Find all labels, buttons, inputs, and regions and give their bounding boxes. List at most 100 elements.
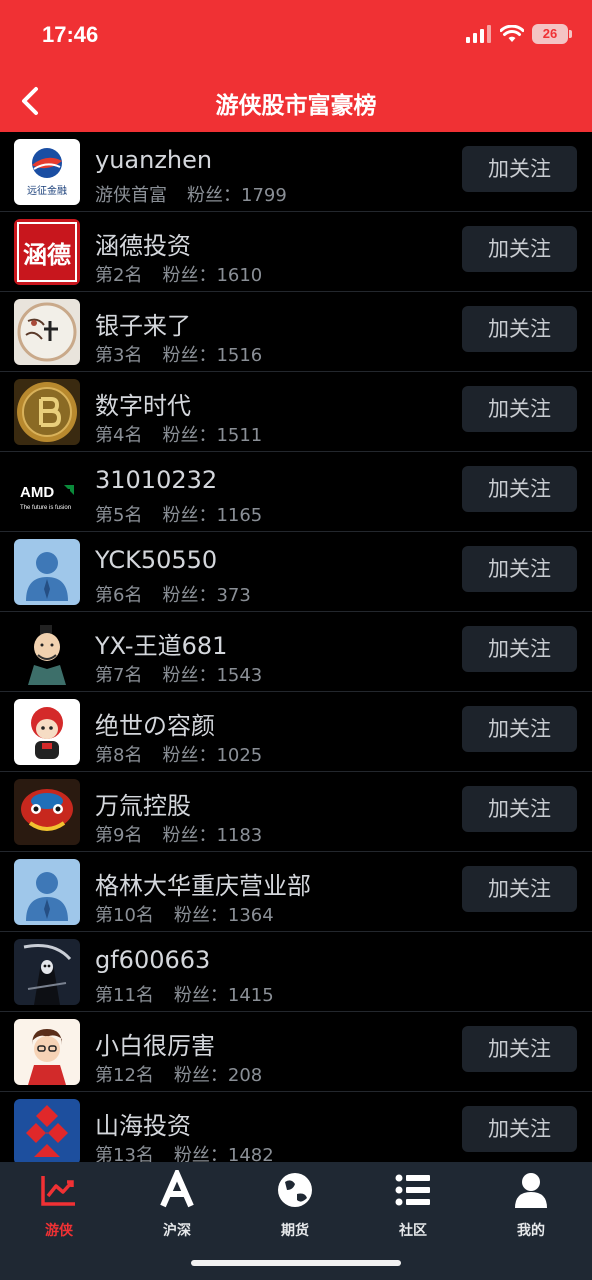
follow-button[interactable]: 加关注 [462,866,577,912]
rank-label: 第4名 [95,425,143,446]
list-item[interactable]: YCK50550 第6名 粉丝：373 加关注 [0,532,592,612]
status-time: 17:46 [42,22,99,47]
follow-button[interactable]: 加关注 [462,386,577,432]
user-meta: 第7名 粉丝：1543 [95,661,262,687]
list-item[interactable]: 涵德 涵德投资 第2名 粉丝：1610 加关注 [0,212,592,292]
follow-button[interactable]: 加关注 [462,146,577,192]
follow-button[interactable]: 加关注 [462,306,577,352]
tab-label: 沪深 [163,1223,191,1239]
amd-logo-text: AMD [20,484,54,501]
rank-label: 第12名 [95,1065,154,1086]
avatar: 涵德 [14,219,80,285]
list-item[interactable]: AMD The future is fusion 31010232 第5名 粉丝：… [0,452,592,532]
tab-qihuo[interactable]: 期货 [236,1170,354,1240]
user-name: 万氚控股 [95,792,191,820]
list-item[interactable]: 万氚控股 第9名 粉丝：1183 加关注 [0,772,592,852]
fans-label: 粉丝： [162,265,217,286]
user-icon [515,1173,547,1208]
user-meta: 第13名 粉丝：1482 [95,1141,274,1162]
fans-label: 粉丝： [173,1145,228,1162]
fans-count: 1511 [216,425,263,446]
tab-label: 期货 [281,1223,309,1239]
fans-label: 粉丝： [187,185,241,206]
avatar [14,619,80,685]
tab-label: 社区 [399,1223,427,1239]
bitcoin-icon [17,382,77,442]
user-meta: 第11名 粉丝：1415 [95,981,274,1007]
follow-button[interactable]: 加关注 [462,1106,577,1152]
user-meta: 第4名 粉丝：1511 [95,421,262,447]
tab-label: 我的 [517,1223,545,1239]
follow-button[interactable]: 加关注 [462,786,577,832]
user-meta: 第9名 粉丝：1183 [95,821,262,847]
fans-count: 1482 [227,1145,274,1162]
avatar [14,779,80,845]
list-item[interactable]: 小白很厉害 第12名 粉丝：208 加关注 [0,1012,592,1092]
avatar [14,1019,80,1085]
follow-button[interactable]: 加关注 [462,546,577,592]
user-name: gf600663 [95,946,211,974]
user-name: 小白很厉害 [95,1032,215,1060]
seal-logo-icon: 涵德 [17,222,77,282]
tab-shequ[interactable]: 社区 [354,1170,472,1240]
rank-label: 第3名 [95,345,143,366]
user-name: 数字时代 [95,392,191,420]
rank-label: 第8名 [95,745,143,766]
tab-youxia[interactable]: 游侠 [0,1170,118,1240]
letter-a-icon [160,1166,194,1208]
rank-label: 第13名 [95,1145,154,1162]
list-item[interactable]: 银子来了 第3名 粉丝：1516 加关注 [0,292,592,372]
user-name: YX-王道681 [95,632,228,660]
rank-label: 第10名 [95,905,154,926]
follow-button[interactable]: 加关注 [462,1026,577,1072]
list-item[interactable]: gf600663 第11名 粉丝：1415 [0,932,592,1012]
follow-button[interactable]: 加关注 [462,626,577,672]
list-item[interactable]: 山海投资 第13名 粉丝：1482 加关注 [0,1092,592,1162]
fans-count: 1516 [216,345,263,366]
brand-logo-icon: 远征金融 [27,148,67,197]
page-title: 游侠股市富豪榜 [215,93,377,119]
fans-count: 1165 [216,505,263,526]
user-name: YCK50550 [95,546,218,574]
fans-count: 1610 [216,265,263,286]
fans-count: 208 [227,1065,263,1086]
follow-button[interactable]: 加关注 [462,466,577,512]
avatar: AMD The future is fusion [14,459,80,525]
fans-label: 粉丝： [162,585,217,606]
cartoon-boy-icon [28,1029,66,1085]
fans-label: 粉丝： [162,345,217,366]
list-item[interactable]: YX-王道681 第7名 粉丝：1543 加关注 [0,612,592,692]
user-name: 涵德投资 [95,232,191,260]
tab-hushen[interactable]: 沪深 [118,1166,236,1240]
bank-logo-icon [26,1105,68,1157]
brand-logo-text: 远征金融 [27,184,67,197]
user-name: yuanzhen [95,146,213,174]
list-item[interactable]: 格林大华重庆营业部 第10名 粉丝：1364 加关注 [0,852,592,932]
list-item[interactable]: 远征金融 yuanzhen 游侠首富 粉丝：1799 加关注 [0,132,592,212]
rank-label: 第6名 [95,585,143,606]
user-name: 山海投资 [95,1112,191,1140]
fans-label: 粉丝： [162,505,217,526]
user-meta: 第10名 粉丝：1364 [95,901,274,927]
list-item[interactable]: 绝世の容颜 第8名 粉丝：1025 加关注 [0,692,592,772]
list-item[interactable]: 数字时代 第4名 粉丝：1511 加关注 [0,372,592,452]
chart-line-icon [41,1176,75,1206]
fans-count: 1025 [216,745,263,766]
cartoon-kid-icon [31,707,63,759]
avatar [14,939,80,1005]
default-user-icon [26,872,68,921]
user-name: 31010232 [95,466,218,494]
tab-mine[interactable]: 我的 [472,1170,590,1240]
fans-label: 粉丝： [173,905,228,926]
avatar: 远征金融 [14,139,80,205]
fans-label: 粉丝： [162,665,217,686]
user-meta: 第3名 粉丝：1516 [95,341,262,367]
rank-label: 第7名 [95,665,143,686]
avatar [14,379,80,445]
home-indicator[interactable] [191,1260,401,1266]
tab-label: 游侠 [45,1223,73,1239]
follow-button[interactable]: 加关注 [462,226,577,272]
wifi-icon [500,25,524,42]
status-bar: 17:46 26 [0,0,592,70]
follow-button[interactable]: 加关注 [462,706,577,752]
